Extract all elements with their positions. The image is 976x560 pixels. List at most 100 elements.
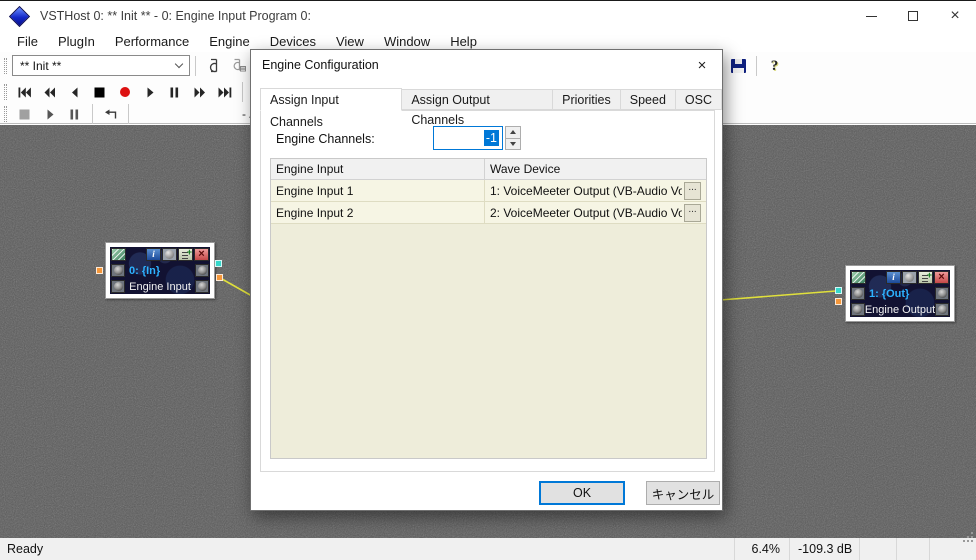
toolbar-grip[interactable]	[4, 84, 7, 100]
toolbar-grip[interactable]	[4, 58, 7, 74]
dialog-close-button[interactable]: ×	[682, 50, 722, 80]
player-stop-icon	[19, 109, 30, 120]
close-button[interactable]: ×	[934, 1, 976, 31]
engine-output-node[interactable]: i + × 1: {Out} Engine Output	[845, 265, 955, 322]
toolbar-grip[interactable]	[4, 106, 7, 122]
fast-forward-button[interactable]	[187, 81, 212, 103]
minimize-button[interactable]	[850, 1, 892, 31]
app-logo-icon	[9, 5, 30, 26]
browse-device-button[interactable]: ...	[684, 182, 701, 200]
input-knob-icon[interactable]	[111, 264, 125, 277]
step-back-button[interactable]	[62, 81, 87, 103]
tab-osc[interactable]: OSC	[676, 89, 722, 110]
menu-performance[interactable]: Performance	[105, 32, 199, 51]
toolbar-separator	[756, 56, 757, 76]
chevron-down-icon	[175, 60, 183, 68]
tab-assign-output-channels[interactable]: Assign Output Channels	[402, 89, 553, 110]
skip-end-icon	[218, 87, 232, 98]
output-knob-icon[interactable]	[195, 280, 209, 293]
program-list-icon[interactable]: +	[178, 248, 193, 261]
dialog-tabs: Assign Input Channels Assign Output Chan…	[260, 88, 722, 110]
table-header-row: Engine Input Wave Device	[271, 159, 706, 180]
player-play-button[interactable]	[37, 103, 62, 125]
edit-icon[interactable]	[111, 248, 126, 261]
plugin-bank-icon	[230, 58, 247, 73]
input-node-output-handle[interactable]	[215, 260, 222, 267]
bypass-icon[interactable]	[902, 271, 917, 284]
tab-priorities[interactable]: Priorities	[553, 89, 621, 110]
status-segment	[896, 538, 929, 560]
maximize-button[interactable]	[892, 1, 934, 31]
stop-button[interactable]	[87, 81, 112, 103]
player-play-icon	[45, 109, 55, 120]
input-node-left-handle[interactable]	[96, 267, 103, 274]
output-node-input-handle[interactable]	[835, 287, 842, 294]
cancel-button[interactable]: キャンセル	[646, 481, 720, 505]
browse-device-button[interactable]: ...	[684, 204, 701, 222]
player-stop-button[interactable]	[12, 103, 37, 125]
engine-input-node[interactable]: i + × 0: {In} Engine Input	[105, 242, 215, 299]
player-pause-icon	[69, 109, 80, 120]
rewind-button[interactable]	[37, 81, 62, 103]
output-knob-icon[interactable]	[195, 264, 209, 277]
input-knob-icon[interactable]	[111, 280, 125, 293]
wave-device-cell[interactable]: 2: VoiceMeeter Output (VB-Audio Vo 2 ...	[485, 202, 706, 223]
edit-icon[interactable]	[851, 271, 866, 284]
program-list-icon[interactable]: +	[918, 271, 933, 284]
wave-device-cell[interactable]: 1: VoiceMeeter Output (VB-Audio Vo 1 ...	[485, 180, 706, 201]
menu-plugin[interactable]: PlugIn	[48, 32, 105, 51]
output-knob-icon[interactable]	[935, 287, 949, 300]
plugin-chain-icon	[205, 58, 222, 73]
node-name-label: Engine Output	[865, 304, 935, 316]
output-level-indicator: -109.3 dB	[789, 538, 859, 560]
remove-node-icon[interactable]: ×	[194, 248, 209, 261]
column-header-engine-input[interactable]: Engine Input	[271, 159, 485, 179]
play-icon	[145, 87, 155, 98]
info-icon[interactable]: i	[146, 248, 161, 261]
engine-configuration-dialog: Engine Configuration × Assign Input Chan…	[250, 49, 723, 511]
tab-assign-input-channels[interactable]: Assign Input Channels	[260, 88, 402, 111]
tab-speed[interactable]: Speed	[621, 89, 676, 110]
node-name-label: Engine Input	[125, 281, 195, 293]
cpu-usage-indicator: 6.4%	[734, 538, 789, 560]
player-loop-button[interactable]	[98, 103, 123, 125]
column-header-wave-device[interactable]: Wave Device	[485, 159, 706, 179]
input-knob-icon[interactable]	[851, 303, 865, 316]
dialog-title: Engine Configuration	[262, 58, 379, 72]
table-row[interactable]: Engine Input 2 2: VoiceMeeter Output (VB…	[271, 202, 706, 224]
input-node-right-handle[interactable]	[216, 274, 223, 281]
pause-button[interactable]	[162, 81, 187, 103]
load-plugin-button[interactable]	[201, 55, 226, 77]
spinner-down-button[interactable]	[505, 139, 521, 151]
menu-file[interactable]: File	[7, 32, 48, 51]
spinner-up-button[interactable]	[505, 126, 521, 139]
engine-channels-value: -1	[484, 130, 499, 146]
toolbar-separator	[128, 104, 129, 124]
engine-input-cell[interactable]: Engine Input 2	[271, 202, 485, 223]
player-pause-button[interactable]	[62, 103, 87, 125]
table-row[interactable]: Engine Input 1 1: VoiceMeeter Output (VB…	[271, 180, 706, 202]
dialog-title-bar[interactable]: Engine Configuration ×	[251, 50, 722, 80]
engine-channels-spinner	[505, 126, 521, 150]
record-button[interactable]	[112, 81, 137, 103]
plugin-bank-button[interactable]	[226, 55, 251, 77]
preset-combobox[interactable]: ** Init **	[12, 55, 190, 76]
preset-value: ** Init **	[20, 59, 61, 73]
stop-icon	[94, 87, 105, 98]
skip-start-button[interactable]	[12, 81, 37, 103]
info-icon[interactable]: i	[886, 271, 901, 284]
output-node-left-handle[interactable]	[835, 298, 842, 305]
input-knob-icon[interactable]	[851, 287, 865, 300]
ok-button[interactable]: OK	[539, 481, 625, 505]
engine-input-cell[interactable]: Engine Input 1	[271, 180, 485, 201]
player-loop-icon	[104, 109, 117, 120]
remove-node-icon[interactable]: ×	[934, 271, 949, 284]
help-button[interactable]: ?	[762, 55, 787, 77]
bypass-icon[interactable]	[162, 248, 177, 261]
resize-grip[interactable]	[971, 532, 973, 534]
skip-end-button[interactable]	[212, 81, 237, 103]
save-button[interactable]	[726, 55, 751, 77]
output-knob-icon[interactable]	[935, 303, 949, 316]
play-button[interactable]	[137, 81, 162, 103]
status-text: Ready	[0, 542, 734, 556]
